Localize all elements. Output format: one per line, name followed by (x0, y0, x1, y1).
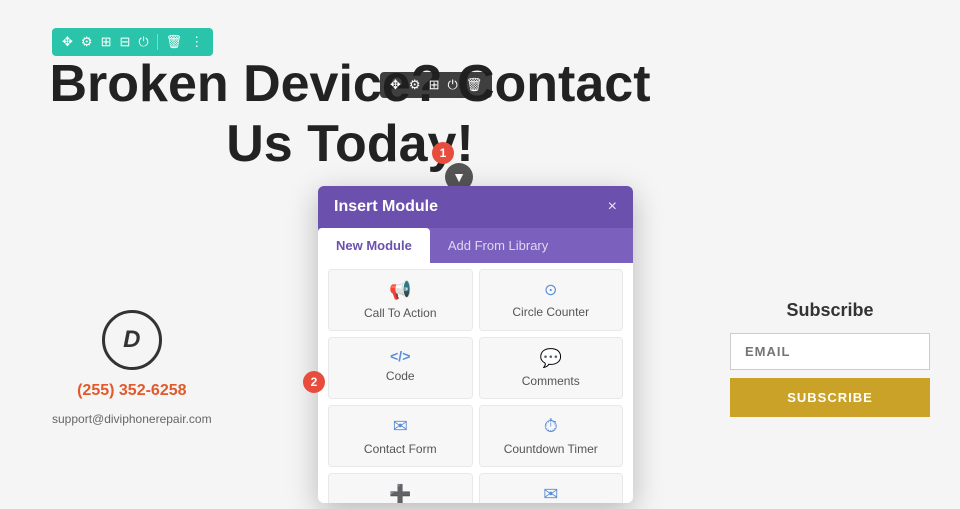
subscribe-title: Subscribe (730, 300, 930, 321)
module-comments[interactable]: 💬 Comments (479, 337, 624, 399)
ft-move-icon[interactable]: ✥ (390, 77, 401, 93)
settings-icon[interactable]: ⚙ (81, 34, 93, 50)
module-grid: 📢 Call To Action ⊙ Circle Counter </> Co… (318, 263, 633, 503)
call-to-action-icon: 📢 (389, 280, 411, 301)
layout2-icon[interactable]: ⊟ (119, 34, 130, 50)
module-email-optin[interactable]: ✉ Email Optin (479, 473, 624, 503)
phone-number: (255) 352-6258 (77, 382, 186, 400)
ft-trash-icon[interactable]: 🗑 (466, 77, 483, 93)
tab-new-module[interactable]: New Module (318, 228, 430, 263)
module-countdown-timer[interactable]: ⏱ Countdown Timer (479, 405, 624, 467)
module-divider[interactable]: ➕ Divider (328, 473, 473, 503)
subscribe-button[interactable]: SUBSCRIBE (730, 378, 930, 417)
contact-form-label: Contact Form (364, 442, 437, 456)
floating-toolbar[interactable]: ✥ ⚙ ⊞ ⏻ 🗑 (380, 72, 492, 98)
insert-down-arrow-icon: ▼ (452, 169, 466, 185)
support-email: support@diviphonerepair.com (52, 412, 212, 426)
module-call-to-action[interactable]: 📢 Call To Action (328, 269, 473, 331)
left-panel: D (255) 352-6258 support@diviphonerepair… (52, 310, 212, 426)
tab-add-from-library[interactable]: Add From Library (430, 228, 566, 263)
comments-icon: 💬 (540, 348, 562, 369)
ft-layout-icon[interactable]: ⊞ (429, 77, 440, 93)
countdown-timer-icon: ⏱ (544, 416, 558, 437)
circle-counter-label: Circle Counter (512, 305, 589, 319)
dialog-tabs: New Module Add From Library (318, 228, 633, 263)
email-optin-icon: ✉ (543, 484, 558, 503)
dialog-close-button[interactable]: × (608, 198, 617, 216)
page-background: ✥ ⚙ ⊞ ⊟ ⏻ 🗑 ⋮ ✥ ⚙ ⊞ ⏻ 🗑 Broken Device? C… (0, 0, 960, 509)
main-heading: Broken Device? Contact Us Today! (0, 55, 700, 175)
ft-power-icon[interactable]: ⏻ (447, 77, 457, 93)
power-icon[interactable]: ⏻ (138, 34, 148, 50)
dialog-header: Insert Module × (318, 186, 633, 228)
circle-counter-icon: ⊙ (544, 280, 557, 300)
contact-form-icon: ✉ (393, 416, 408, 437)
trash-icon[interactable]: 🗑 (166, 34, 183, 50)
ft-settings-icon[interactable]: ⚙ (409, 77, 421, 93)
divider-icon: ➕ (389, 484, 411, 503)
top-toolbar[interactable]: ✥ ⚙ ⊞ ⊟ ⏻ 🗑 ⋮ (52, 28, 213, 56)
badge-2: 2 (303, 371, 325, 393)
module-code[interactable]: </> Code (328, 337, 473, 399)
move-icon[interactable]: ✥ (62, 34, 73, 50)
call-to-action-label: Call To Action (364, 306, 437, 320)
code-icon: </> (390, 348, 410, 364)
code-label: Code (386, 369, 415, 383)
dialog-title: Insert Module (334, 198, 438, 216)
countdown-timer-label: Countdown Timer (504, 442, 598, 456)
module-contact-form[interactable]: ✉ Contact Form (328, 405, 473, 467)
divi-logo-letter: D (123, 326, 140, 354)
comments-label: Comments (522, 374, 580, 388)
divi-logo: D (102, 310, 162, 370)
layout-icon[interactable]: ⊞ (101, 34, 112, 50)
insert-module-dialog: Insert Module × New Module Add From Libr… (318, 186, 633, 503)
badge-1: 1 (432, 142, 454, 164)
more-icon[interactable]: ⋮ (190, 34, 203, 50)
email-input[interactable] (730, 333, 930, 370)
module-circle-counter[interactable]: ⊙ Circle Counter (479, 269, 624, 331)
right-panel: Subscribe SUBSCRIBE (730, 300, 930, 417)
toolbar-divider (157, 34, 158, 50)
